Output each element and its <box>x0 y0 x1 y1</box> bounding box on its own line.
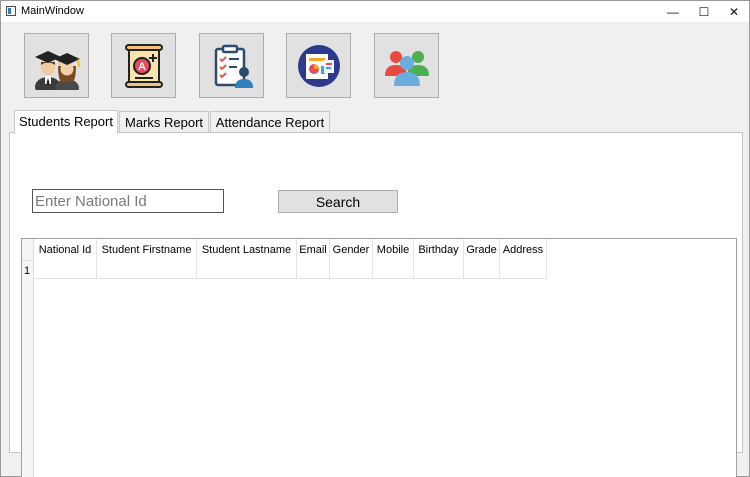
column-header-grade[interactable]: Grade <box>464 239 500 279</box>
attendance-clipboard-icon <box>214 44 253 88</box>
attendance-button[interactable] <box>199 33 264 98</box>
minimize-button[interactable]: — <box>656 1 690 22</box>
maximize-button[interactable]: ☐ <box>687 1 721 22</box>
tab-students-report[interactable]: Students Report <box>14 110 118 134</box>
column-header-address[interactable]: Address <box>500 239 547 279</box>
table-corner[interactable] <box>22 239 34 261</box>
column-header-student-lastname[interactable]: Student Lastname <box>197 239 297 279</box>
row-number[interactable]: 1 <box>24 265 30 277</box>
close-button[interactable]: ✕ <box>717 1 750 22</box>
students-report-panel: Search 1 National Id Student Firstname S… <box>9 132 743 477</box>
reports-button[interactable] <box>286 33 351 98</box>
students-button[interactable] <box>24 33 89 98</box>
column-header-gender[interactable]: Gender <box>330 239 373 279</box>
graduates-icon <box>34 50 80 90</box>
report-chart-icon <box>297 44 340 87</box>
tab-marks-report[interactable]: Marks Report <box>119 111 209 133</box>
users-group-icon <box>384 50 429 86</box>
window-title: MainWindow <box>21 5 84 17</box>
search-button[interactable]: Search <box>278 190 398 213</box>
title-bar: MainWindow — ☐ ✕ <box>1 1 749 22</box>
column-header-mobile[interactable]: Mobile <box>373 239 414 279</box>
column-header-birthday[interactable]: Birthday <box>414 239 464 279</box>
column-header-student-firstname[interactable]: Student Firstname <box>97 239 197 279</box>
column-header-national-id[interactable]: National Id <box>34 239 97 279</box>
column-header-email[interactable]: Email <box>297 239 330 279</box>
app-window-icon <box>6 6 16 16</box>
tab-attendance-report[interactable]: Attendance Report <box>210 111 330 133</box>
students-table[interactable]: 1 National Id Student Firstname Student … <box>21 238 737 477</box>
main-window: MainWindow — ☐ ✕ A Students Report Marks… <box>0 0 750 477</box>
marks-button[interactable]: A <box>111 33 176 98</box>
national-id-search-input[interactable] <box>32 189 224 213</box>
users-button[interactable] <box>374 33 439 98</box>
grade-certificate-icon: A <box>124 43 163 88</box>
report-tabs: Students Report Marks Report Attendance … <box>9 103 743 477</box>
row-header <box>22 261 34 477</box>
svg-text:A: A <box>138 61 146 73</box>
